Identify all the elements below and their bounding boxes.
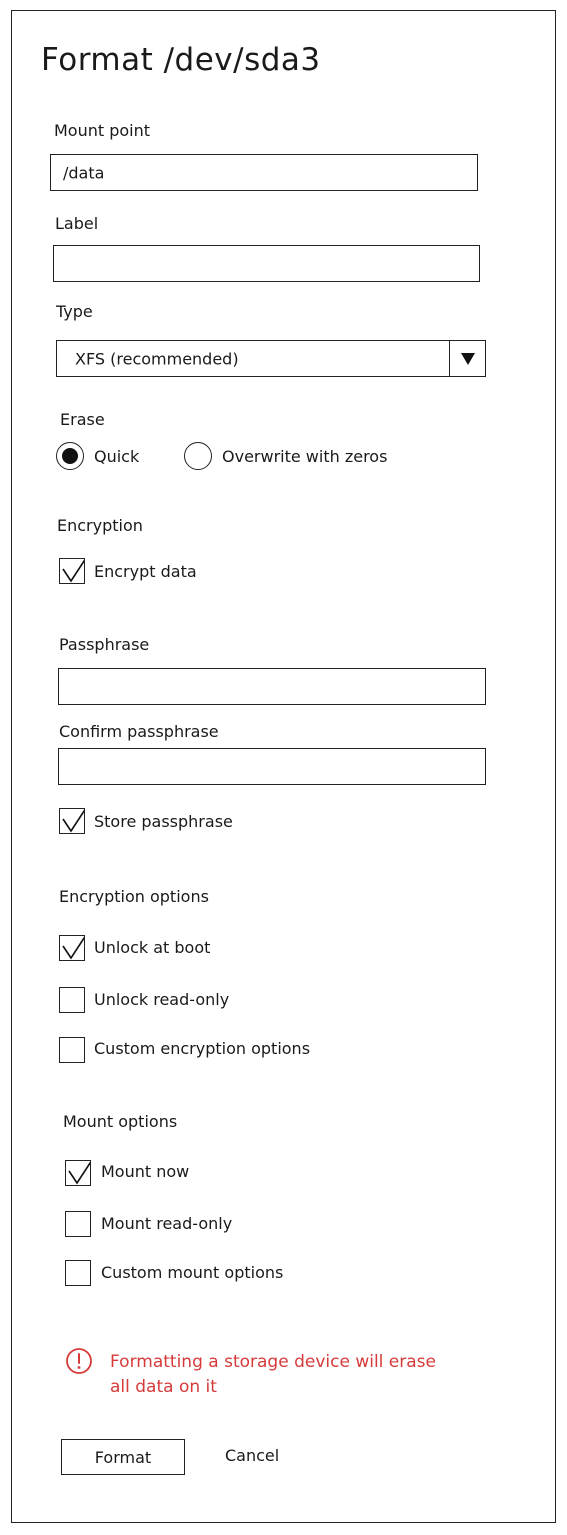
erase-quick-radio[interactable]	[56, 442, 84, 470]
warning-line-1: Formatting a storage device will erase	[110, 1352, 436, 1372]
mount-point-label: Mount point	[54, 121, 151, 140]
mount-read-only-checkbox[interactable]	[65, 1211, 91, 1237]
mount-point-value: /data	[63, 163, 105, 182]
label-input[interactable]	[53, 245, 480, 282]
store-passphrase-label[interactable]: Store passphrase	[94, 812, 233, 831]
erase-overwrite-radio[interactable]	[184, 442, 212, 470]
erase-quick-label[interactable]: Quick	[94, 447, 139, 466]
mount-point-input[interactable]: /data	[50, 154, 478, 191]
type-select[interactable]: XFS (recommended)	[56, 340, 486, 377]
encrypt-data-label[interactable]: Encrypt data	[94, 562, 197, 581]
encryption-label: Encryption	[57, 516, 143, 535]
mount-read-only-label[interactable]: Mount read-only	[101, 1214, 232, 1233]
type-selected-value: XFS (recommended)	[75, 349, 239, 368]
radio-selected-dot	[62, 448, 78, 464]
type-label: Type	[56, 302, 93, 321]
unlock-at-boot-checkbox[interactable]	[59, 935, 85, 961]
custom-mount-options-checkbox[interactable]	[65, 1260, 91, 1286]
checkmark-icon	[68, 1161, 90, 1185]
warning-message: Formatting a storage device will erase a…	[110, 1350, 436, 1400]
checkmark-icon	[62, 809, 84, 833]
store-passphrase-checkbox[interactable]	[59, 808, 85, 834]
cancel-button[interactable]: Cancel	[225, 1446, 279, 1465]
custom-encryption-options-label[interactable]: Custom encryption options	[94, 1039, 310, 1058]
format-button[interactable]: Format	[61, 1439, 185, 1475]
passphrase-input[interactable]	[58, 668, 486, 705]
checkmark-icon	[62, 559, 84, 583]
encrypt-data-checkbox[interactable]	[59, 558, 85, 584]
checkmark-icon	[62, 936, 84, 960]
custom-mount-options-label[interactable]: Custom mount options	[101, 1263, 283, 1282]
warning-line-2: all data on it	[110, 1377, 217, 1397]
unlock-at-boot-label[interactable]: Unlock at boot	[94, 938, 210, 957]
mount-now-label[interactable]: Mount now	[101, 1162, 189, 1181]
exclamation-circle-icon	[66, 1348, 92, 1374]
encryption-options-label: Encryption options	[59, 887, 209, 906]
unlock-read-only-label[interactable]: Unlock read-only	[94, 990, 229, 1009]
label-field-label: Label	[55, 214, 99, 233]
triangle-down-icon	[460, 352, 475, 365]
custom-encryption-options-checkbox[interactable]	[59, 1037, 85, 1063]
confirm-passphrase-input[interactable]	[58, 748, 486, 785]
erase-overwrite-label[interactable]: Overwrite with zeros	[222, 447, 387, 466]
select-arrow-button[interactable]	[449, 341, 485, 376]
erase-label: Erase	[60, 410, 105, 429]
passphrase-label: Passphrase	[59, 635, 150, 654]
confirm-passphrase-label: Confirm passphrase	[59, 722, 219, 741]
unlock-read-only-checkbox[interactable]	[59, 987, 85, 1013]
dialog-title: Format /dev/sda3	[41, 42, 321, 78]
mount-now-checkbox[interactable]	[65, 1160, 91, 1186]
mount-options-label: Mount options	[63, 1112, 178, 1131]
